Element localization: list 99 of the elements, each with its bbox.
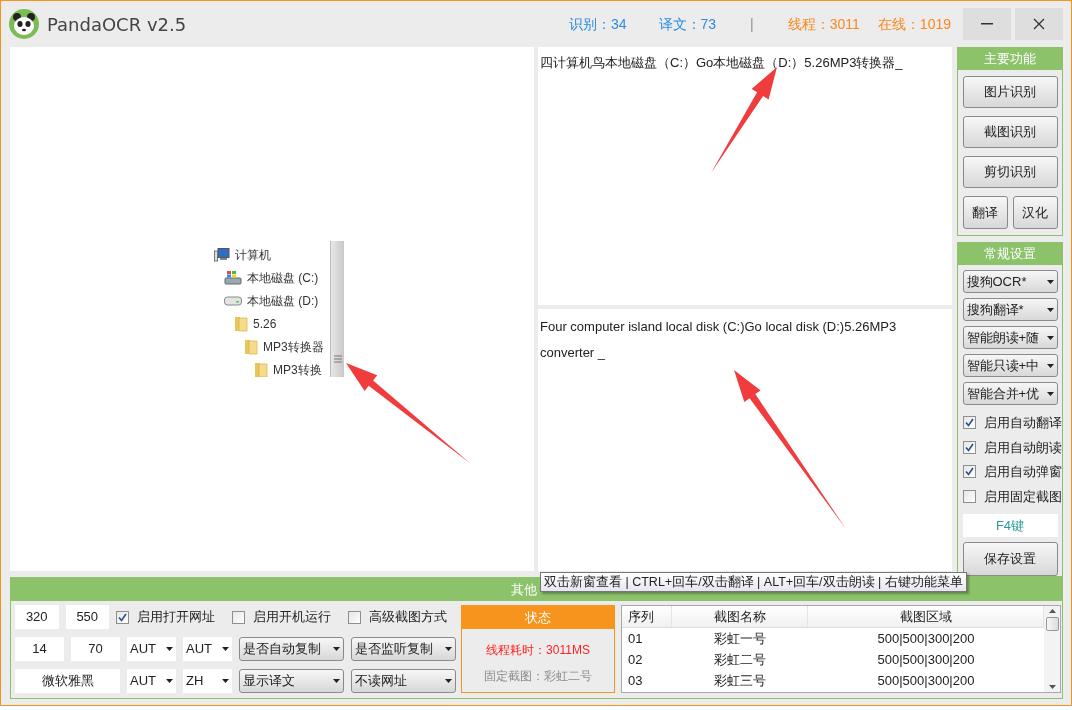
- status-text: 固定截图：彩虹二号: [484, 668, 592, 685]
- dropdown[interactable]: ZH: [183, 669, 232, 693]
- checkbox-label: 启用打开网址: [137, 608, 215, 627]
- folder-icon: [244, 338, 258, 355]
- input-field[interactable]: 550: [65, 605, 109, 629]
- tree-item[interactable]: MP3转换器: [263, 337, 324, 356]
- panel-header: 常规设置: [958, 243, 1062, 265]
- checkbox-label: 高级截图方式: [369, 608, 447, 627]
- dropdown[interactable]: 是否自动复制: [239, 637, 344, 661]
- stats-separator: |: [750, 14, 754, 34]
- tree-item[interactable]: MP3转换: [273, 360, 322, 377]
- checkbox-label: 启用自动弹窗: [983, 463, 1062, 481]
- table-cell-text: 彩虹二号: [713, 650, 767, 669]
- tree-item[interactable]: 本地磁盘 (C:): [247, 268, 319, 287]
- panel-header: 主要功能: [958, 48, 1062, 70]
- checkbox[interactable]: [232, 610, 245, 624]
- caret-icon: [1046, 363, 1054, 368]
- input-field[interactable]: 320: [15, 605, 59, 629]
- input-field[interactable]: 微软雅黑: [15, 669, 120, 693]
- input-field[interactable]: 14: [15, 637, 64, 661]
- column-header[interactable]: 序列: [622, 606, 672, 627]
- tree-item[interactable]: 5.26: [253, 314, 277, 333]
- table-cell-text: 500|500|300|200: [876, 671, 976, 690]
- caret-icon: [1046, 335, 1054, 340]
- caret-icon: [166, 647, 173, 651]
- checkbox[interactable]: [962, 416, 976, 430]
- table-cell-text: 500|500|300|200: [876, 629, 976, 648]
- dropdown[interactable]: 智能合并+优: [962, 382, 1058, 405]
- caret-icon: [445, 679, 452, 683]
- window-title: PandaOCR v2.5: [47, 12, 187, 37]
- table-cell-text: 彩虹一号: [713, 629, 767, 648]
- function-button[interactable]: 翻译: [962, 196, 1008, 229]
- checkbox[interactable]: [116, 610, 129, 624]
- caret-icon: [333, 647, 340, 651]
- status-header: 状态: [462, 606, 614, 629]
- scroll-up-icon[interactable]: [1048, 609, 1056, 613]
- tree-item[interactable]: 本地磁盘 (D:): [247, 291, 319, 310]
- tooltip: 双击新窗查看 | CTRL+回车/双击翻译 | ALT+回车/双击朗读 | 右键功能菜单: [540, 572, 967, 592]
- close-button[interactable]: [1015, 8, 1063, 40]
- system-drive-icon: [224, 270, 242, 285]
- caret-icon: [222, 647, 229, 651]
- computer-icon: [214, 247, 230, 262]
- dropdown[interactable]: 搜狗翻译*: [962, 298, 1058, 321]
- save-settings-button[interactable]: 保存设置: [962, 542, 1058, 576]
- caret-icon: [222, 679, 229, 683]
- dropdown[interactable]: 是否监听复制: [351, 637, 456, 661]
- dropdown[interactable]: 搜狗OCR*: [962, 270, 1058, 293]
- caret-icon: [1046, 391, 1054, 396]
- function-button[interactable]: 剪切识别: [962, 156, 1058, 188]
- stat-text: 在线：1019: [877, 14, 951, 34]
- status-text: 线程耗时：3011MS: [486, 642, 590, 659]
- caret-icon: [445, 647, 452, 651]
- caret-icon: [1046, 307, 1054, 312]
- checkbox[interactable]: [962, 465, 976, 479]
- caret-icon: [333, 679, 340, 683]
- table-cell-text: 02: [627, 650, 644, 669]
- checkbox-label: 启用开机运行: [253, 608, 331, 627]
- dropdown[interactable]: 显示译文: [239, 669, 344, 693]
- panda-logo-icon: [9, 9, 39, 39]
- hotkey-field[interactable]: F4键: [962, 514, 1058, 537]
- table-scrollbar[interactable]: [1044, 606, 1060, 692]
- dropdown[interactable]: AUT: [183, 637, 232, 661]
- stat-text: 识别：34: [568, 14, 627, 34]
- scroll-down-icon[interactable]: [1048, 685, 1056, 689]
- folder-icon: [254, 361, 268, 377]
- input-field[interactable]: 70: [71, 637, 120, 661]
- function-button[interactable]: 汉化: [1012, 196, 1058, 229]
- table-cell-text: 01: [627, 629, 644, 648]
- function-button[interactable]: 截图识别: [962, 116, 1058, 148]
- column-header[interactable]: 截图名称: [672, 606, 808, 627]
- minimize-icon: [981, 23, 993, 25]
- folder-icon: [234, 315, 248, 332]
- scroll-thumb[interactable]: [1045, 617, 1059, 631]
- stat-text: 线程：3011: [787, 14, 860, 34]
- dropdown[interactable]: 智能只读+中: [962, 354, 1058, 377]
- checkbox-label: 启用固定截图: [983, 487, 1062, 506]
- table-cell-text: 彩虹三号: [713, 671, 767, 690]
- function-button[interactable]: 图片识别: [962, 76, 1058, 108]
- panel-header: 其他: [511, 580, 537, 599]
- checkbox[interactable]: [348, 610, 361, 624]
- translation-text-area[interactable]: Four computer island local disk (C:)Go local disk (D:)5.26MP3 converter _: [538, 309, 952, 571]
- dropdown[interactable]: AUT: [127, 669, 176, 693]
- checkbox[interactable]: [962, 440, 976, 454]
- checkbox-label: 启用自动朗读: [983, 438, 1062, 457]
- drive-icon: [224, 295, 242, 306]
- checkbox[interactable]: [962, 489, 976, 503]
- dropdown[interactable]: AUT: [127, 637, 176, 661]
- table-cell-text: 03: [627, 671, 644, 690]
- close-icon: [1033, 18, 1045, 30]
- dropdown[interactable]: 不读网址: [351, 669, 456, 693]
- table-cell-text: 500|500|300|200: [876, 650, 976, 669]
- stat-text: 译文：73: [658, 14, 717, 34]
- ocr-text-area[interactable]: 四计算机鸟本地磁盘（C:）Go本地磁盘（D:）5.26MP3转换器_: [538, 47, 952, 305]
- caret-icon: [166, 679, 173, 683]
- grip-icon: [333, 355, 342, 363]
- caret-icon: [1046, 279, 1054, 284]
- tree-item[interactable]: 计算机: [235, 245, 271, 264]
- dropdown[interactable]: 智能朗读+随: [962, 326, 1058, 349]
- checkbox-label: 启用自动翻译: [983, 414, 1062, 432]
